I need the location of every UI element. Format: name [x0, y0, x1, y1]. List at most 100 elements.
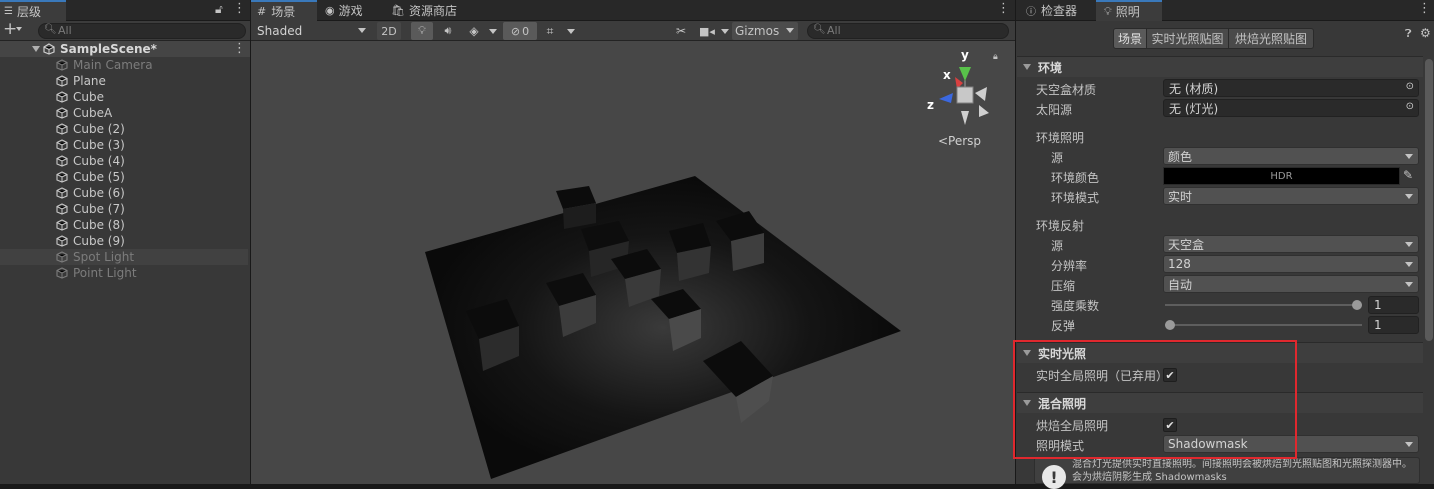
sun-source-value: 无 (灯光)	[1169, 101, 1219, 116]
hierarchy-item[interactable]: Point Light	[0, 265, 248, 281]
eyedropper-icon[interactable]: ✎	[1403, 168, 1413, 182]
subtab-baked-lightmaps[interactable]: 烘焙光照贴图	[1229, 28, 1314, 49]
gameobject-cube-icon	[56, 155, 68, 167]
object-picker-icon[interactable]: ⊙	[1406, 101, 1414, 112]
section-environment-header[interactable]: 环境	[1017, 56, 1423, 77]
gameobject-cube-icon	[56, 267, 68, 279]
hierarchy-item[interactable]: Cube (4)	[0, 153, 248, 169]
toggle-2d-button[interactable]: 2D	[377, 22, 401, 40]
add-dropdown-icon[interactable]	[16, 27, 22, 31]
lighting-toggle-icon[interactable]: 💡︎	[411, 22, 433, 40]
audio-toggle-icon[interactable]: 🔊︎	[437, 22, 459, 40]
intensity-slider-track[interactable]	[1165, 304, 1362, 306]
subtab-scene[interactable]: 场景	[1113, 28, 1147, 49]
search-placeholder: All	[58, 24, 72, 37]
orientation-gizmo[interactable]: y x z	[921, 49, 1001, 139]
hierarchy-item[interactable]: Cube	[0, 89, 248, 105]
hierarchy-item[interactable]: CubeA	[0, 105, 248, 121]
effects-layers-icon[interactable]: ◈	[463, 22, 485, 40]
tab-lighting[interactable]: 💡︎ 照明	[1096, 0, 1162, 21]
realtime-gi-checkbox[interactable]: ✔	[1163, 368, 1177, 382]
gameobject-cube-icon	[56, 91, 68, 103]
hidden-count: 0	[522, 24, 530, 38]
section-mixed-title: 混合照明	[1038, 396, 1087, 411]
skybox-label: 天空盒材质	[1036, 83, 1097, 97]
skybox-material-field[interactable]: 无 (材质) ⊙	[1163, 79, 1419, 97]
projection-label[interactable]: <Persp	[938, 134, 981, 148]
scene-search-input[interactable]: 🔍︎ All	[807, 23, 1009, 39]
sun-source-field[interactable]: 无 (灯光) ⊙	[1163, 99, 1419, 117]
section-mixed-header[interactable]: 混合照明	[1017, 392, 1423, 413]
tab-scene[interactable]: # 场景	[251, 0, 317, 21]
gamepad-icon: ◉	[325, 4, 335, 17]
tab-inspector[interactable]: ⓘ 检查器	[1018, 0, 1096, 21]
lighting-subtabs: 场景 实时光照贴图 烘焙光照贴图	[1113, 28, 1314, 49]
effects-dropdown-icon[interactable]	[489, 29, 497, 34]
reflection-source-dropdown[interactable]: 天空盒	[1163, 235, 1419, 253]
lighting-mode-dropdown[interactable]: Shadowmask	[1163, 435, 1419, 453]
hierarchy-item-label: Cube (5)	[73, 170, 125, 184]
scene-row[interactable]: SampleScene* ⋮	[0, 41, 250, 57]
info-text-line2: 会为烘焙阴影生成 Shadowmasks	[1072, 472, 1227, 483]
scene-more-icon[interactable]: ⋮	[233, 41, 246, 56]
tab-lighting-label: 照明	[1115, 5, 1140, 19]
tab-game[interactable]: ◉ 游戏	[317, 0, 381, 21]
list-icon: ☰	[4, 6, 13, 17]
hierarchy-item[interactable]: Cube (6)	[0, 185, 248, 201]
hierarchy-item[interactable]: Cube (9)	[0, 233, 248, 249]
gameobject-cube-icon	[56, 123, 68, 135]
gizmos-dropdown[interactable]: Gizmos	[732, 22, 798, 40]
intensity-slider-knob[interactable]	[1352, 300, 1362, 310]
tools-icon[interactable]: ✂︎	[671, 22, 691, 40]
hierarchy-search-input[interactable]: 🔍︎ All	[38, 23, 246, 39]
hierarchy-panel: + 🔍︎ All SampleScene* ⋮ Main Camera Plane…	[0, 19, 250, 484]
grid-snap-icon[interactable]: ⌗	[541, 22, 559, 40]
section-realtime-header[interactable]: 实时光照	[1017, 342, 1423, 363]
compression-value: 自动	[1168, 277, 1193, 292]
more-menu-icon[interactable]: ⋮	[233, 1, 246, 16]
hierarchy-item[interactable]: Cube (7)	[0, 201, 248, 217]
section-realtime-title: 实时光照	[1038, 346, 1087, 361]
hierarchy-item[interactable]: Spot Light	[0, 249, 248, 265]
hierarchy-item[interactable]: Main Camera	[0, 57, 248, 73]
ambient-source-dropdown[interactable]: 颜色	[1163, 147, 1419, 165]
intensity-multiplier-label: 强度乘数	[1051, 299, 1100, 313]
tab-hierarchy[interactable]: ☰ 层级	[0, 0, 66, 21]
ambient-color-swatch[interactable]: HDR	[1163, 167, 1400, 185]
hierarchy-item[interactable]: Cube (3)	[0, 137, 248, 153]
intensity-value-field[interactable]: 1	[1368, 296, 1419, 314]
gizmo-lock-icon[interactable]: 🔒︎	[993, 52, 998, 62]
hierarchy-item[interactable]: Cube (5)	[0, 169, 248, 185]
scrollbar-thumb[interactable]	[1425, 59, 1433, 341]
shading-mode-dropdown[interactable]: Shaded	[253, 22, 371, 40]
grid-dropdown-icon[interactable]	[567, 29, 575, 34]
bounces-label: 反弹	[1051, 319, 1076, 333]
grid-icon: #	[257, 5, 267, 18]
inspector-more-icon[interactable]: ⋮	[1418, 1, 1431, 16]
help-icon[interactable]: ❓︎	[1405, 27, 1412, 41]
scene-viewport[interactable]: y x z 🔒︎ <Persp	[251, 41, 1015, 484]
resolution-dropdown[interactable]: 128	[1163, 255, 1419, 273]
bounces-slider-knob[interactable]	[1165, 320, 1175, 330]
gear-icon[interactable]: ⚙︎	[1420, 26, 1431, 40]
baked-gi-checkbox[interactable]: ✔	[1163, 418, 1177, 432]
bounces-value-field[interactable]: 1	[1368, 316, 1419, 334]
bounces-slider-track[interactable]	[1165, 324, 1362, 326]
subtab-realtime-lightmaps[interactable]: 实时光照贴图	[1147, 28, 1229, 49]
ambient-mode-dropdown[interactable]: 实时	[1163, 187, 1419, 205]
object-picker-icon[interactable]: ⊙	[1406, 81, 1414, 92]
camera-dropdown-icon[interactable]	[721, 29, 729, 34]
tab-asset-store[interactable]: 🛍︎ 资源商店	[383, 0, 478, 21]
compression-dropdown[interactable]: 自动	[1163, 275, 1419, 293]
chevron-down-icon	[786, 28, 794, 33]
hierarchy-item[interactable]: Cube (8)	[0, 217, 248, 233]
hierarchy-item[interactable]: Plane	[0, 73, 248, 89]
gameobject-cube-icon	[56, 187, 68, 199]
lock-icon[interactable]: 🔓︎	[215, 2, 223, 17]
hierarchy-item-label: CubeA	[73, 106, 113, 120]
expand-arrow-icon[interactable]	[32, 46, 40, 52]
scene-more-menu-icon[interactable]: ⋮	[997, 1, 1010, 16]
hierarchy-item[interactable]: Cube (2)	[0, 121, 248, 137]
hidden-objects-toggle[interactable]: ⊘ 0	[503, 22, 537, 40]
camera-icon[interactable]: ■◂	[697, 22, 717, 40]
